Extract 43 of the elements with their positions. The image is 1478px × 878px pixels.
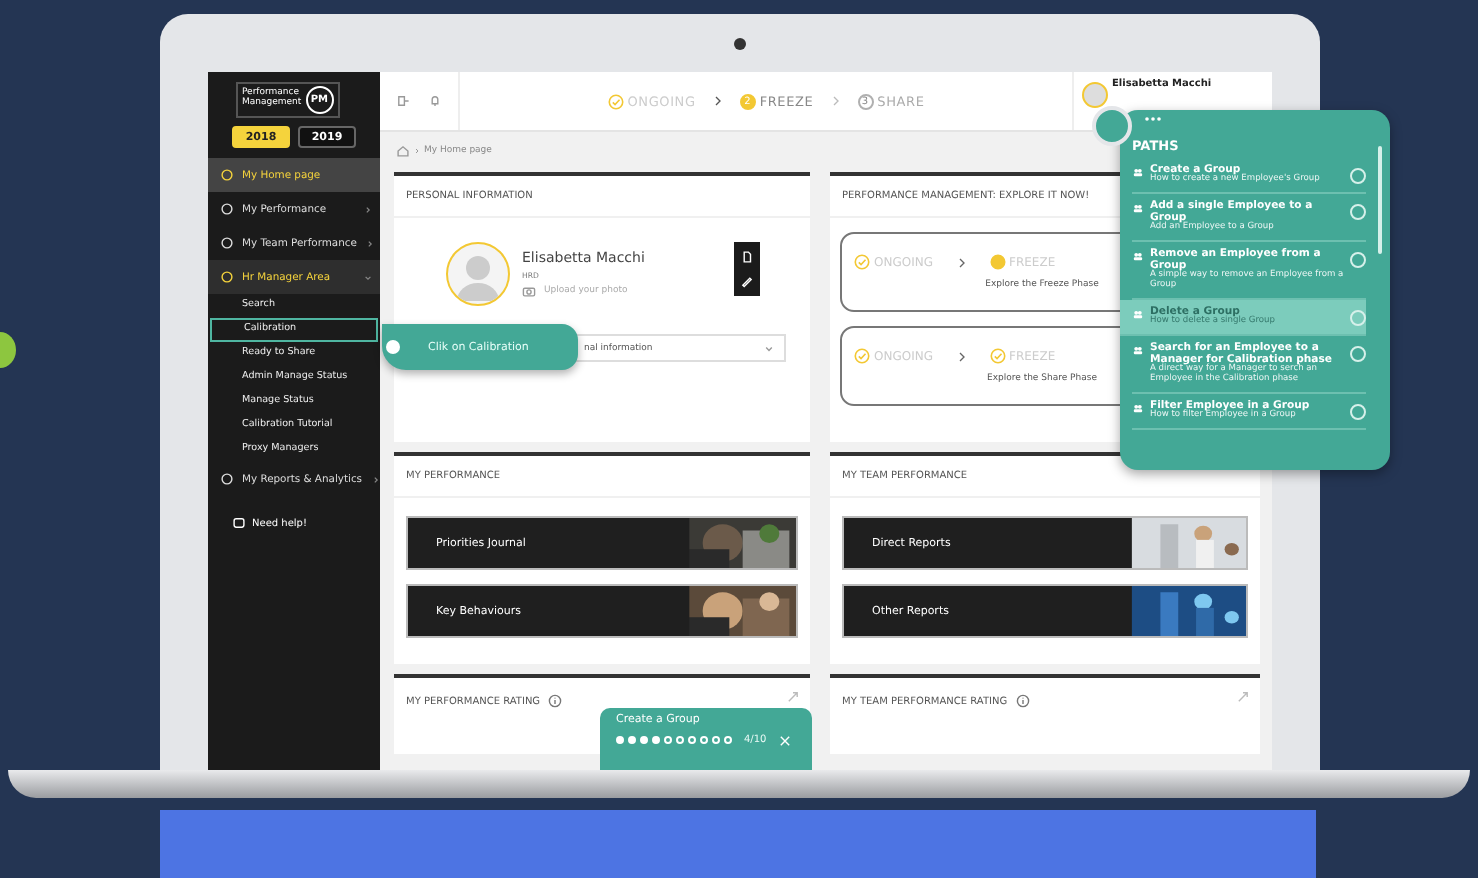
status-ring-icon <box>1350 404 1366 421</box>
pen-icon[interactable] <box>740 273 754 287</box>
menu-item-icon <box>220 236 234 250</box>
action-panel[interactable] <box>734 241 760 295</box>
menu-item-icon <box>220 270 234 284</box>
avatar-icon[interactable] <box>1082 82 1108 108</box>
camera-icon <box>734 38 746 50</box>
group-icon <box>1132 344 1144 357</box>
group-icon <box>1132 166 1144 178</box>
status-ring-icon <box>1350 252 1366 269</box>
expand-icon[interactable] <box>1236 690 1250 704</box>
scrollbar <box>1378 146 1382 254</box>
group-icon <box>1132 308 1144 321</box>
exit-icon[interactable] <box>396 94 410 108</box>
bell-icon[interactable] <box>428 94 442 108</box>
chevron-icon <box>957 349 965 363</box>
chevron-icon <box>370 473 380 485</box>
home-icon[interactable] <box>396 143 410 157</box>
status-ring-icon <box>1350 310 1366 327</box>
expand-icon[interactable] <box>786 690 800 704</box>
menu-item-icon <box>220 202 234 216</box>
close-icon[interactable] <box>778 733 793 748</box>
group-icon <box>1132 202 1144 215</box>
chevron-icon <box>362 271 374 283</box>
avatar-icon <box>446 242 510 306</box>
status-ring-icon <box>1350 346 1366 363</box>
more-icon[interactable] <box>1144 116 1162 122</box>
chevron-icon <box>713 94 722 108</box>
group-icon <box>1132 402 1144 415</box>
chevron-icon <box>364 237 377 249</box>
info-icon[interactable] <box>1015 694 1030 708</box>
menu-item-icon <box>220 472 234 486</box>
info-icon[interactable] <box>548 694 563 708</box>
chevron-icon <box>362 203 374 215</box>
camera-icon[interactable] <box>522 284 536 298</box>
group-icon <box>1132 250 1144 263</box>
chevron-icon <box>957 255 965 269</box>
status-ring-icon <box>1350 168 1366 184</box>
status-ring-icon <box>1350 204 1366 221</box>
chevron-down-icon <box>762 341 776 355</box>
document-icon[interactable] <box>740 249 754 263</box>
chevron-icon <box>831 94 840 108</box>
menu-item-icon <box>220 168 234 182</box>
